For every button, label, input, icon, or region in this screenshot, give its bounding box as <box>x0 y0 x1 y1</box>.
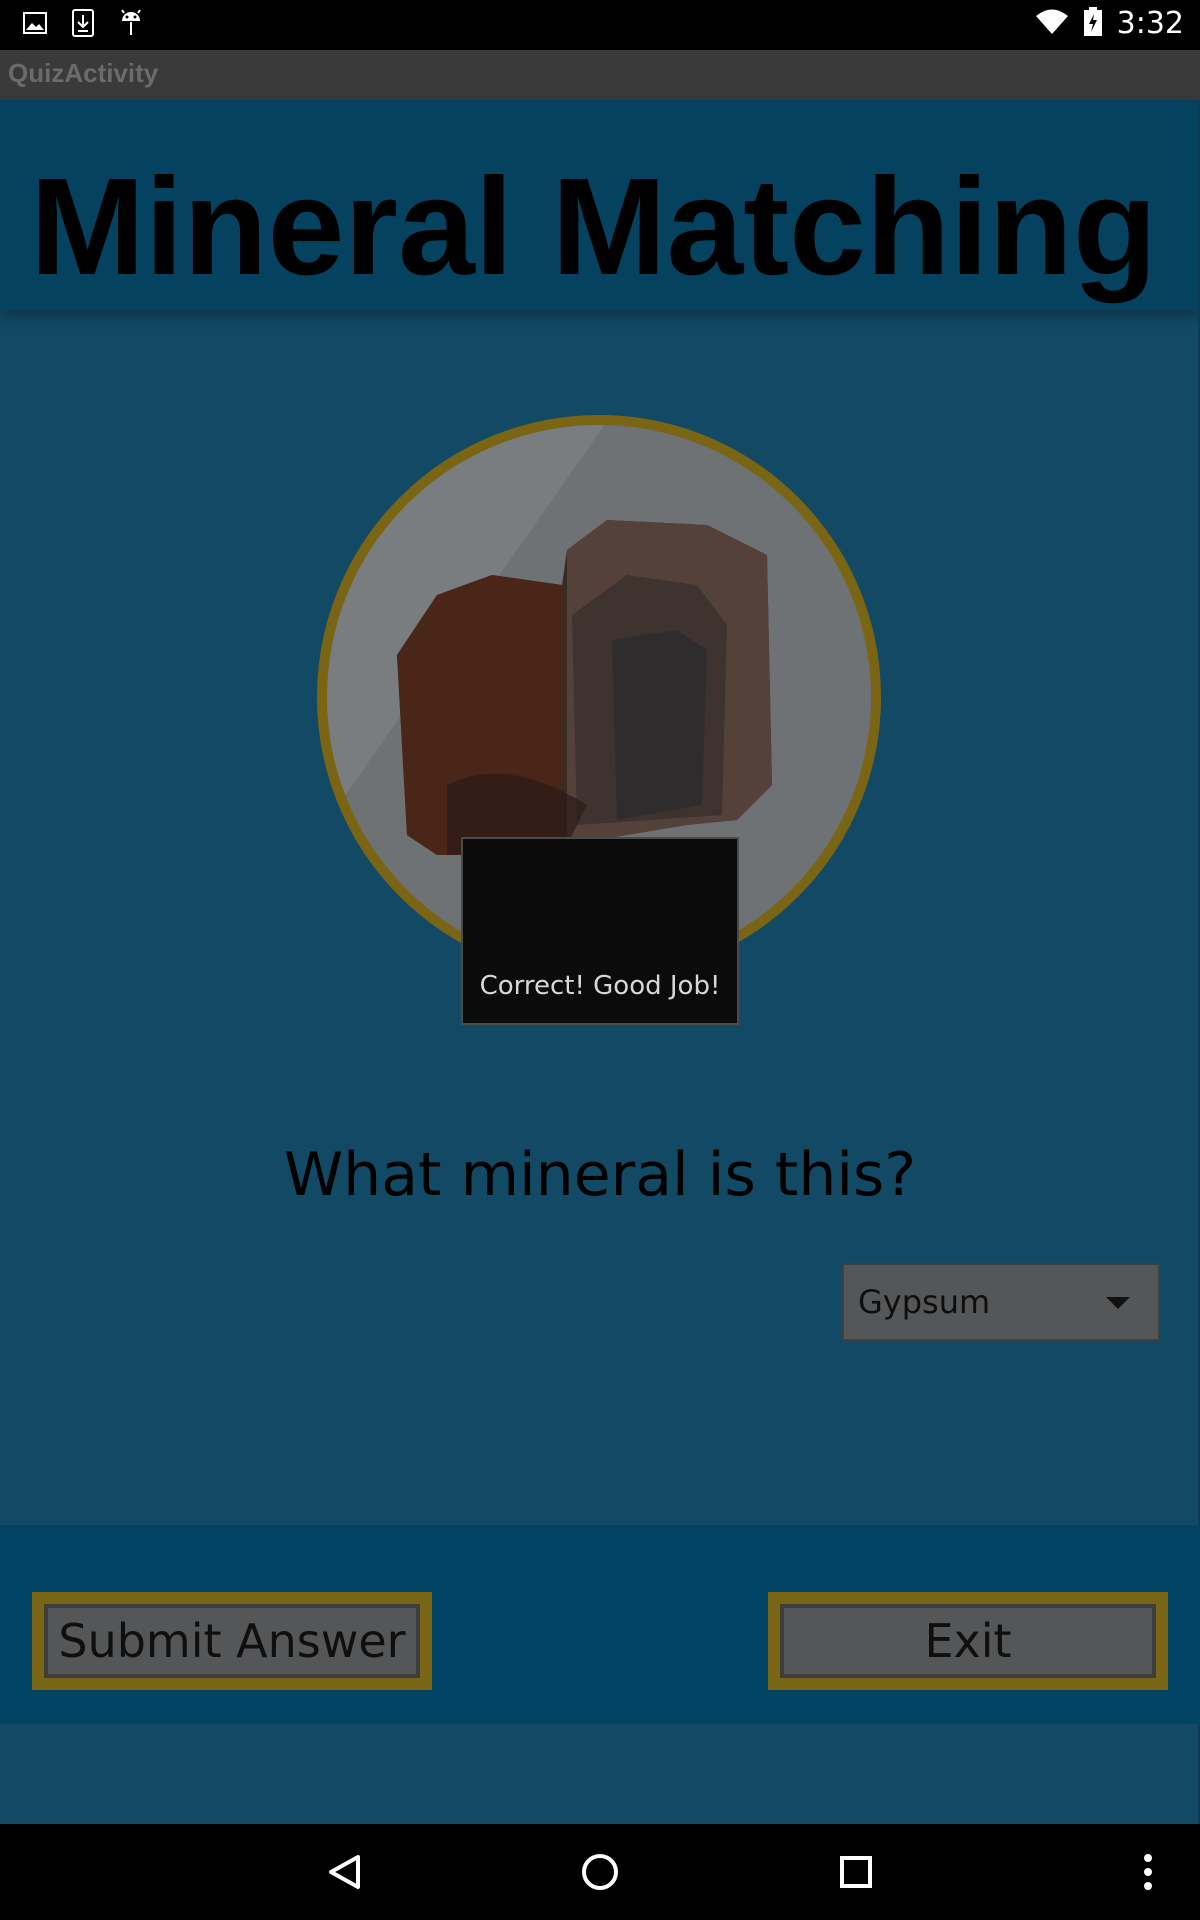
navigation-bar <box>0 1824 1200 1920</box>
dropdown-selected-value: Gypsum <box>858 1283 991 1321</box>
mineral-answer-dropdown[interactable]: Gypsum <box>842 1263 1160 1341</box>
android-icon <box>116 8 146 38</box>
overflow-menu-icon[interactable] <box>1126 1850 1170 1894</box>
home-icon[interactable] <box>578 1850 622 1894</box>
clock: 3:32 <box>1116 6 1184 41</box>
page-title: Mineral Matching <box>30 150 1158 304</box>
image-icon <box>20 8 50 38</box>
exit-label: Exit <box>924 1614 1012 1668</box>
header: Mineral Matching <box>0 100 1200 310</box>
toast-text: Correct! Good Job! <box>479 971 721 1001</box>
submit-answer-button[interactable]: Submit Answer <box>32 1592 432 1690</box>
battery-charging-icon <box>1083 6 1103 41</box>
chevron-down-icon <box>1106 1297 1130 1309</box>
activity-title-bar: QuizActivity <box>0 50 1200 100</box>
download-icon <box>68 8 98 38</box>
wifi-icon <box>1035 9 1069 39</box>
toast-message: Correct! Good Job! <box>461 837 739 1025</box>
activity-title: QuizActivity <box>8 58 159 88</box>
submit-answer-label: Submit Answer <box>58 1614 406 1668</box>
recents-icon[interactable] <box>834 1850 878 1894</box>
status-bar: 3:32 <box>0 0 1200 50</box>
question-text: What mineral is this? <box>283 1140 917 1210</box>
exit-button[interactable]: Exit <box>768 1592 1168 1690</box>
back-icon[interactable] <box>322 1850 366 1894</box>
